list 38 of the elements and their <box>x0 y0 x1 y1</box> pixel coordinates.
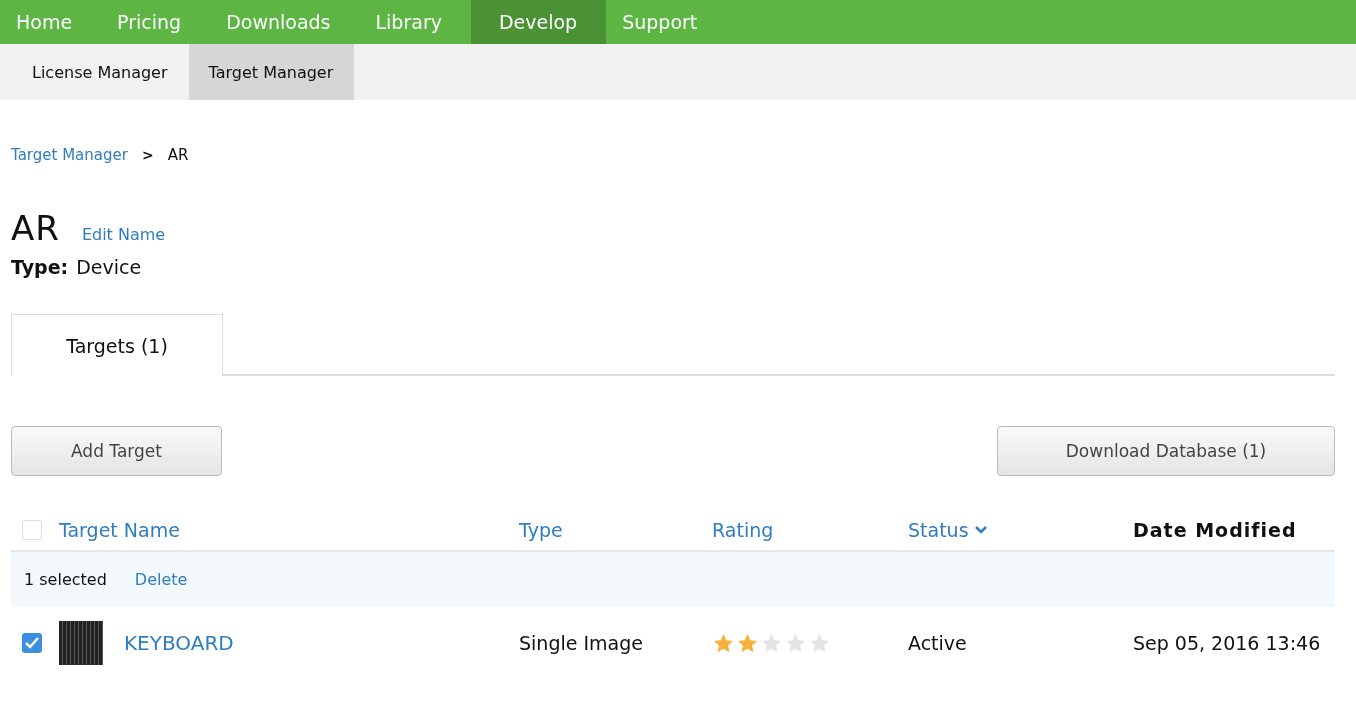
table-cell: Single Image <box>519 632 643 654</box>
nav-item[interactable]: Pricing <box>101 0 211 44</box>
sub-nav-item[interactable]: License Manager <box>0 44 189 100</box>
type-value: Device <box>76 256 142 278</box>
star-icon <box>808 632 831 654</box>
chevron-down-icon <box>973 524 988 535</box>
star-icon <box>760 632 783 654</box>
type-label: Type: <box>11 256 69 278</box>
edit-name-link[interactable]: Edit Name <box>81 225 166 244</box>
target-name-link[interactable]: KEYBOARD <box>124 631 234 655</box>
breadcrumb-link[interactable]: Target Manager <box>11 146 128 164</box>
column-header[interactable]: Status <box>908 518 988 541</box>
date-modified-heading: Date Modified <box>1133 518 1297 541</box>
star-icon <box>784 632 807 654</box>
nav-item[interactable]: Support <box>606 0 727 44</box>
column-header[interactable]: Rating <box>712 518 774 541</box>
nav-item[interactable]: Home <box>0 0 102 44</box>
row-checkbox[interactable] <box>22 633 42 653</box>
delete-link[interactable]: Delete <box>134 570 188 589</box>
thumbnail-image <box>59 621 103 665</box>
breadcrumb-current: AR <box>167 146 189 164</box>
database-title: AR <box>11 208 60 248</box>
nav-item[interactable]: Develop <box>470 0 607 44</box>
table-cell: Sep 05, 2016 13:46 <box>1133 632 1321 654</box>
tab[interactable]: Targets (1) <box>11 314 223 376</box>
download-database-button[interactable]: Download Database (1) <box>997 426 1335 476</box>
nav-item[interactable]: Library <box>359 0 471 44</box>
nav-item[interactable]: Downloads <box>210 0 360 44</box>
star-icon <box>712 632 735 654</box>
table-cell: Active <box>908 632 967 654</box>
column-header[interactable]: Target Name <box>59 518 180 541</box>
selected-count: 1 selected <box>24 570 107 589</box>
add-target-button[interactable]: Add Target <box>11 426 222 476</box>
sub-nav-item[interactable]: Target Manager <box>188 44 355 100</box>
breadcrumb-separator: > <box>141 147 154 163</box>
select-all-checkbox[interactable] <box>22 519 42 540</box>
column-header[interactable]: Type <box>519 518 563 541</box>
star-icon <box>736 632 759 654</box>
